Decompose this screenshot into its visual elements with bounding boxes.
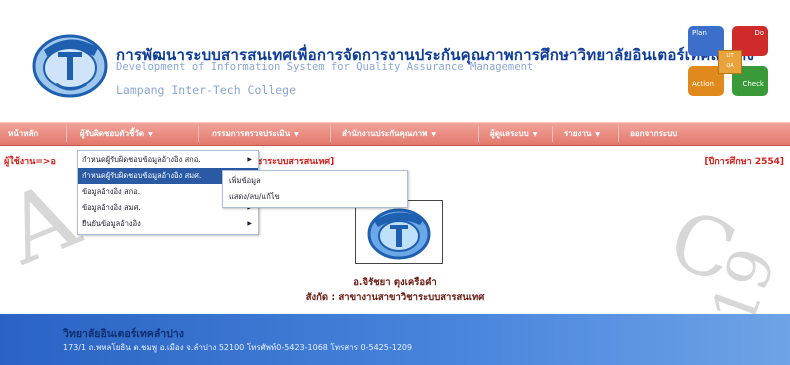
nav-report[interactable]: รายงาน ▼ <box>564 123 600 145</box>
nav-indicator-owner-label: ผู้รับผิดชอบตัวชี้วัด <box>80 129 145 138</box>
menu-item-assign-ohec-reference[interactable]: กำหนดผู้รับผิดชอบข้อมูลอ้างอิง สกอ. ▶ <box>78 152 258 168</box>
footer-address: 173/1 ถ.พหลโยธิน ต.ชมพู อ.เมือง จ.ลำปาง … <box>63 343 413 352</box>
footer-college-name: วิทยาลัยอินเตอร์เทคลำปาง <box>63 328 184 340</box>
nav-assessment-committee-label: กรรมการตรวจประเมิน <box>212 129 291 138</box>
triangle-right-icon: ▶ <box>247 220 252 227</box>
academic-year: [ปีการศึกษา 2554] <box>704 157 784 167</box>
chevron-down-icon: ▼ <box>532 131 538 138</box>
chevron-down-icon: ▼ <box>294 131 299 138</box>
main-nav-bar: หน้าหลัก ผู้รับผิดชอบตัวชี้วัด ▼ กรรมการต… <box>0 122 790 146</box>
current-user-department: าวิชาระบบสารสนเทศ] <box>246 157 335 167</box>
page-header: การพัฒนาระบบสารสนเทศเพื่อการจัดการงานประ… <box>0 0 790 118</box>
college-logo-icon <box>367 208 431 260</box>
pdca-center-top: LIT <box>726 53 734 59</box>
profile-department: สังกัด : สาขางานสาขาวิชาระบบสารสนเทศ <box>305 292 485 303</box>
menu-item-label: กำหนดผู้รับผิดชอบข้อมูลอ้างอิง สกอ. <box>82 155 201 164</box>
nav-admin-label: ผู้ดูแลระบบ <box>490 129 529 138</box>
profile-picture <box>355 200 443 264</box>
menu-item-label: ข้อมูลอ้างอิง สกอ. <box>82 187 141 196</box>
submenu-item-add-data[interactable]: เพิ่มข้อมูล <box>223 173 407 189</box>
current-user-label: ผู้ใช้งาน=>อ <box>4 157 56 167</box>
nav-indicator-owner[interactable]: ผู้รับผิดชอบตัวชี้วัด ▼ <box>80 123 153 145</box>
system-title-english: Development of Information System for Qu… <box>116 61 534 73</box>
nav-divider <box>198 126 199 142</box>
nav-divider <box>552 126 553 142</box>
submenu-item-label: แสดง/ลบ/แก้ไข <box>229 192 280 201</box>
nav-home[interactable]: หน้าหลัก <box>8 123 38 145</box>
profile-name: อ.จิรัชยา ตุงเครือคำ <box>353 277 437 288</box>
nav-quality-office[interactable]: สำนักงานประกันคุณภาพ ▼ <box>342 123 436 145</box>
nav-report-label: รายงาน <box>564 129 592 138</box>
submenu-item-label: เพิ่มข้อมูล <box>229 176 261 185</box>
pdca-diagram: Plan Do Action Check LIT QA <box>684 24 776 98</box>
menu-item-label: กำหนดผู้รับผิดชอบข้อมูลอ้างอิง สมศ. <box>82 171 202 180</box>
nav-divider <box>478 126 479 142</box>
nav-logout-label: ออกจากระบบ <box>630 129 678 138</box>
nav-assessment-committee[interactable]: กรรมการตรวจประเมิน ▼ <box>212 123 299 145</box>
nav-divider <box>618 126 619 142</box>
menu-item-label: ยืนยันข้อมูลอ้างอิง <box>82 219 141 228</box>
submenu-item-view-delete-edit[interactable]: แสดง/ลบ/แก้ไข <box>223 189 407 205</box>
chevron-down-icon: ▼ <box>148 131 153 138</box>
pdca-plan-label: Plan <box>692 29 707 37</box>
pdca-center: LIT QA <box>718 50 742 74</box>
menu-item-confirm-reference[interactable]: ยืนยันข้อมูลอ้างอิง ▶ <box>78 216 258 232</box>
college-name: Lampang Inter-Tech College <box>116 83 297 97</box>
triangle-right-icon: ▶ <box>247 156 252 163</box>
nav-divider <box>66 126 67 142</box>
chevron-down-icon: ▼ <box>431 131 436 138</box>
nav-admin[interactable]: ผู้ดูแลระบบ ▼ <box>490 123 537 145</box>
page-footer: วิทยาลัยอินเตอร์เทคลำปาง 173/1 ถ.พหลโยธิ… <box>0 314 790 365</box>
nav-home-label: หน้าหลัก <box>8 129 39 138</box>
pdca-do-label: Do <box>754 29 764 37</box>
menu-item-label: ข้อมูลอ้างอิง สมศ. <box>82 203 141 212</box>
onesqa-submenu: เพิ่มข้อมูล แสดง/ลบ/แก้ไข <box>222 170 408 208</box>
pdca-check-label: Check <box>742 80 764 88</box>
nav-divider <box>330 126 331 142</box>
nav-quality-office-label: สำนักงานประกันคุณภาพ <box>342 129 428 138</box>
college-logo-icon <box>32 34 108 98</box>
chevron-down-icon: ▼ <box>595 131 600 138</box>
nav-logout[interactable]: ออกจากระบบ <box>630 123 677 145</box>
pdca-center-bottom: QA <box>726 63 734 69</box>
pdca-action-label: Action <box>692 80 714 88</box>
